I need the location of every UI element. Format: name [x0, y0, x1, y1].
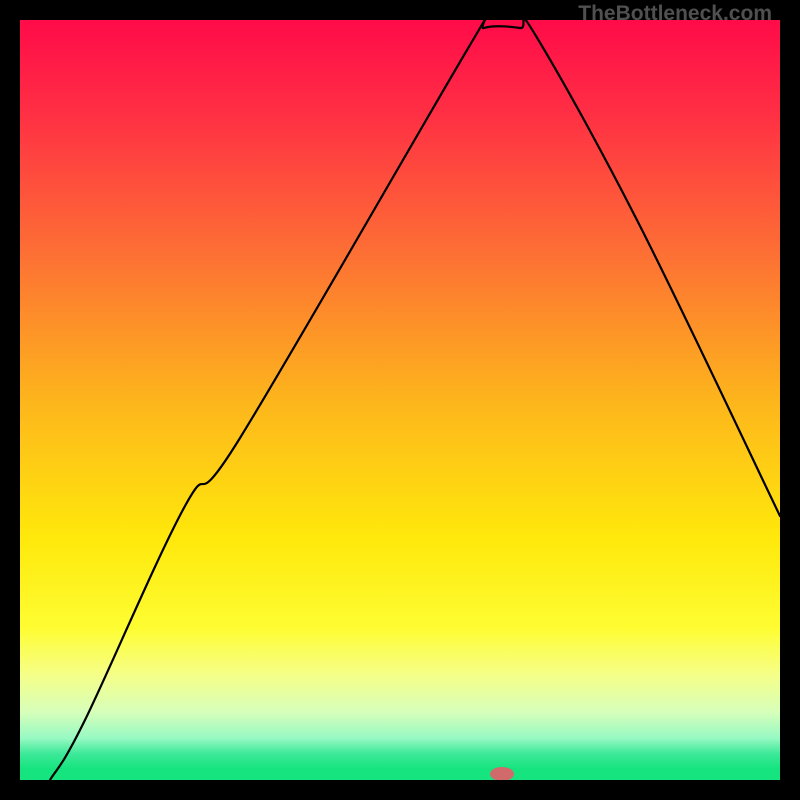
chart-area — [20, 20, 780, 780]
chart-background — [20, 20, 780, 780]
chart-svg — [20, 20, 780, 780]
attribution-text: TheBottleneck.com — [578, 2, 772, 26]
